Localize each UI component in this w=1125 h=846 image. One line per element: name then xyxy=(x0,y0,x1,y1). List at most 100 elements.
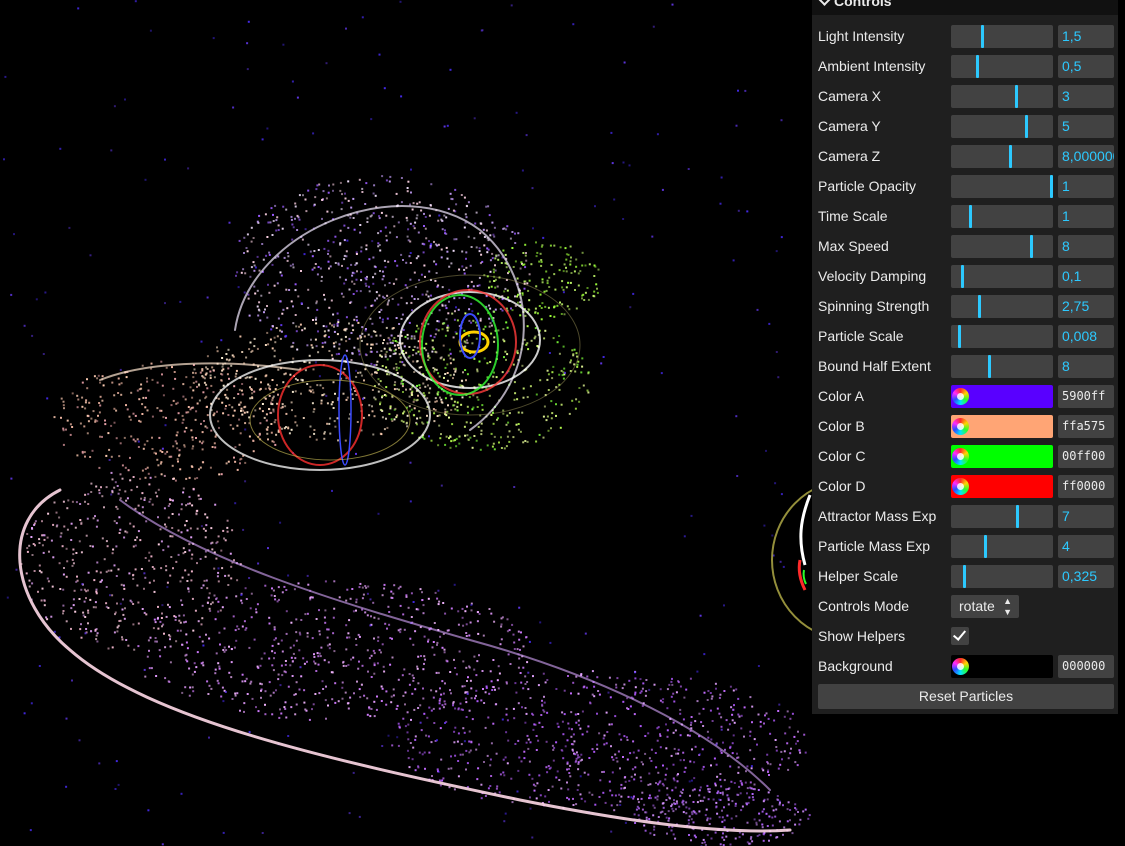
spinning-strength-slider-handle[interactable] xyxy=(978,295,981,318)
particle-scale-slider-handle[interactable] xyxy=(958,325,961,348)
spinning-strength-number-input[interactable]: 2,75 xyxy=(1058,295,1114,318)
particle xyxy=(583,771,586,774)
velocity-damping-slider[interactable] xyxy=(951,265,1053,288)
particle xyxy=(430,709,433,712)
particle xyxy=(694,745,697,748)
particle xyxy=(591,693,594,696)
camera-z-number-input[interactable]: 8,000000 xyxy=(1058,145,1114,168)
particle xyxy=(234,629,237,632)
light-intensity-slider[interactable] xyxy=(951,25,1053,48)
particle xyxy=(473,435,476,437)
particle xyxy=(391,298,394,300)
light-intensity-number-input[interactable]: 1,5 xyxy=(1058,25,1114,48)
camera-y-number-input[interactable]: 5 xyxy=(1058,115,1114,138)
color-wheel-icon[interactable] xyxy=(952,388,969,405)
particle xyxy=(161,373,163,376)
particle-mass-exp-slider[interactable] xyxy=(951,535,1053,558)
particle-scale-number-input[interactable]: 0,008 xyxy=(1058,325,1114,348)
particle xyxy=(381,643,384,646)
particle xyxy=(84,616,87,618)
velocity-damping-slider-handle[interactable] xyxy=(961,265,964,288)
spinning-strength-slider[interactable] xyxy=(951,295,1053,318)
color-wheel-icon[interactable] xyxy=(952,478,969,495)
light-intensity-slider-handle[interactable] xyxy=(981,25,984,48)
color-wheel-icon[interactable] xyxy=(952,448,969,465)
particle xyxy=(347,664,350,666)
background-particle xyxy=(473,117,476,120)
show-helpers-checkbox[interactable] xyxy=(951,627,969,645)
chevron-down-icon[interactable] xyxy=(818,0,831,6)
camera-y-slider-handle[interactable] xyxy=(1025,115,1028,138)
ambient-intensity-slider-handle[interactable] xyxy=(976,55,979,78)
camera-x-slider-handle[interactable] xyxy=(1015,85,1018,108)
helper-scale-number-input[interactable]: 0,325 xyxy=(1058,565,1114,588)
particle xyxy=(778,820,781,823)
particle xyxy=(374,194,377,197)
color-d-hex-input[interactable]: ff0000 xyxy=(1058,475,1114,498)
background-hex-input[interactable]: 000000 xyxy=(1058,655,1114,678)
camera-y-slider[interactable] xyxy=(951,115,1053,138)
camera-x-number-input[interactable]: 3 xyxy=(1058,85,1114,108)
max-speed-slider[interactable] xyxy=(951,235,1053,258)
particle-opacity-slider-handle[interactable] xyxy=(1050,175,1053,198)
ambient-intensity-number-input[interactable]: 0,5 xyxy=(1058,55,1114,78)
particle xyxy=(271,379,274,381)
particle-opacity-slider[interactable] xyxy=(951,175,1053,198)
camera-z-slider-handle[interactable] xyxy=(1009,145,1012,168)
color-c-hex-input[interactable]: 00ff00 xyxy=(1058,445,1114,468)
bound-half-extent-slider-handle[interactable] xyxy=(988,355,991,378)
color-a-hex-input[interactable]: 5900ff xyxy=(1058,385,1114,408)
camera-x-slider[interactable] xyxy=(951,85,1053,108)
particle xyxy=(38,564,41,567)
max-speed-number-input[interactable]: 8 xyxy=(1058,235,1114,258)
reset-particles-button[interactable]: Reset Particles xyxy=(818,684,1114,709)
color-b-color-swatch[interactable] xyxy=(951,415,1053,438)
ambient-intensity-slider[interactable] xyxy=(951,55,1053,78)
color-b-hex-input[interactable]: ffa575 xyxy=(1058,415,1114,438)
velocity-damping-number-input[interactable]: 0,1 xyxy=(1058,265,1114,288)
particle xyxy=(575,307,578,310)
time-scale-number-input[interactable]: 1 xyxy=(1058,205,1114,228)
controls-mode-select[interactable]: rotate ▲ ▼ xyxy=(951,595,1019,618)
particle xyxy=(146,409,149,412)
particle xyxy=(512,266,515,268)
particle xyxy=(450,197,453,200)
particle xyxy=(512,363,515,366)
particle-mass-exp-slider-handle[interactable] xyxy=(984,535,987,558)
particle-mass-exp-number-input[interactable]: 4 xyxy=(1058,535,1114,558)
background-color-swatch[interactable] xyxy=(951,655,1053,678)
particle xyxy=(144,675,147,678)
particle xyxy=(266,331,269,334)
particle-opacity-number-input[interactable]: 1 xyxy=(1058,175,1114,198)
particle xyxy=(355,598,358,601)
particle xyxy=(172,567,174,570)
attractor-mass-exp-slider-handle[interactable] xyxy=(1016,505,1019,528)
time-scale-slider[interactable] xyxy=(951,205,1053,228)
particle xyxy=(586,287,589,289)
bound-half-extent-slider[interactable] xyxy=(951,355,1053,378)
controls-header[interactable]: Controls xyxy=(812,0,1118,15)
particle xyxy=(531,777,534,780)
color-wheel-icon[interactable] xyxy=(952,418,969,435)
helper-scale-slider[interactable] xyxy=(951,565,1053,588)
particle xyxy=(545,766,548,769)
time-scale-slider-handle[interactable] xyxy=(969,205,972,228)
camera-z-slider[interactable] xyxy=(951,145,1053,168)
particle xyxy=(294,377,297,380)
background-particle xyxy=(532,227,534,230)
helper-scale-slider-handle[interactable] xyxy=(963,565,966,588)
color-c-color-swatch[interactable] xyxy=(951,445,1053,468)
bound-half-extent-number-input[interactable]: 8 xyxy=(1058,355,1114,378)
attractor-mass-exp-number-input[interactable]: 7 xyxy=(1058,505,1114,528)
attractor-mass-exp-slider[interactable] xyxy=(951,505,1053,528)
color-a-color-swatch[interactable] xyxy=(951,385,1053,408)
particle xyxy=(701,799,704,802)
particle xyxy=(204,536,207,539)
particle-scale-slider[interactable] xyxy=(951,325,1053,348)
particle xyxy=(441,680,444,683)
max-speed-slider-handle[interactable] xyxy=(1030,235,1033,258)
color-wheel-icon[interactable] xyxy=(952,658,969,675)
particle xyxy=(506,289,509,292)
color-d-color-swatch[interactable] xyxy=(951,475,1053,498)
particle xyxy=(157,616,159,619)
